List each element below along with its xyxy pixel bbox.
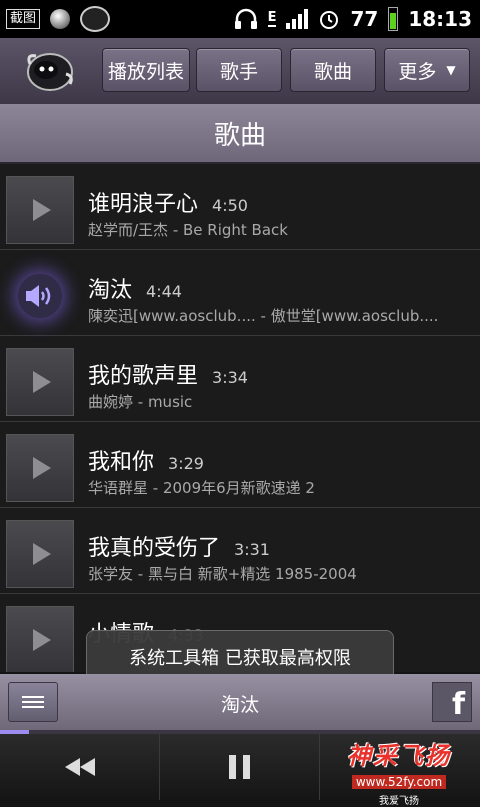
previous-button[interactable]	[0, 734, 160, 800]
top-navigation: 播放列表 歌手 歌曲 更多 ▼	[0, 38, 480, 104]
play-icon	[33, 629, 51, 651]
song-title: 我的歌声里	[88, 364, 199, 389]
play-icon	[33, 371, 51, 393]
play-icon	[33, 199, 51, 221]
nav-songs-label: 歌曲	[313, 60, 352, 83]
song-subtitle: 赵学而/王杰 - Be Right Back	[88, 221, 288, 239]
song-duration: 3:31	[234, 540, 270, 559]
song-duration: 4:44	[146, 282, 182, 301]
music-app-notification-icon	[80, 6, 111, 32]
song-title: 淘汰	[88, 278, 133, 303]
nav-artists-button[interactable]: 歌手	[196, 48, 282, 92]
song-duration: 4:50	[212, 196, 248, 215]
song-subtitle: 张学友 - 黑与白 新歌+精选 1985-2004	[88, 565, 357, 583]
app-logo-icon[interactable]	[24, 44, 76, 96]
nav-more-label: 更多	[398, 60, 437, 83]
song-row[interactable]: 我和你 3:29 华语群星 - 2009年6月新歌速递 2	[0, 422, 480, 508]
song-subtitle: 陳奕迅[www.aosclub.... - 傲世堂[www.aosclub...…	[88, 307, 439, 325]
nav-more-button[interactable]: 更多 ▼	[384, 48, 470, 92]
alarm-icon	[320, 11, 339, 29]
song-subtitle: 曲婉婷 - music	[88, 393, 193, 411]
nav-artists-label: 歌手	[219, 60, 258, 83]
status-bar: 截图 E 77 18:13	[0, 0, 480, 38]
screenshot-notification-icon: 截图	[6, 9, 41, 29]
speaker-icon	[26, 285, 51, 307]
facebook-share-button[interactable]: f	[432, 682, 472, 722]
song-list[interactable]: 谁明浪子心 4:50 赵学而/王杰 - Be Right Back 淘汰 4:44 …	[0, 164, 480, 672]
watermark-title: 神采飞扬	[347, 742, 451, 770]
previous-icon	[64, 758, 95, 776]
song-title: 谁明浪子心	[88, 192, 199, 217]
song-row[interactable]: 我的歌声里 3:34 曲婉婷 - music	[0, 336, 480, 422]
now-playing-title: 淘汰	[220, 694, 259, 716]
song-title: 我和你	[88, 450, 155, 475]
battery-level: 77	[350, 7, 379, 31]
play-button[interactable]	[6, 434, 74, 502]
nav-playlists-button[interactable]: 播放列表	[102, 48, 190, 92]
headphones-icon	[234, 8, 257, 29]
play-icon	[33, 543, 51, 565]
chevron-down-icon: ▼	[446, 63, 456, 77]
page-title-bar: 歌曲	[0, 104, 480, 164]
play-button[interactable]	[6, 520, 74, 588]
song-title: 我真的受伤了	[88, 536, 221, 561]
nav-songs-button[interactable]: 歌曲	[290, 48, 376, 92]
song-duration: 3:34	[212, 368, 248, 387]
clock: 18:13	[408, 7, 472, 31]
pause-icon	[229, 755, 250, 779]
media-notification-icon	[50, 9, 71, 29]
now-playing-indicator[interactable]	[6, 262, 74, 330]
song-subtitle: 华语群星 - 2009年6月新歌速递 2	[88, 479, 315, 497]
battery-icon	[388, 7, 399, 31]
network-type-icon: E	[267, 10, 277, 27]
play-button[interactable]	[6, 606, 74, 672]
watermark-url: www.52fy.com	[351, 775, 447, 789]
watermark-logo: 神采飞扬 www.52fy.com 我爱飞扬	[318, 734, 480, 807]
play-button[interactable]	[6, 176, 74, 244]
page-title: 歌曲	[213, 120, 266, 151]
song-row[interactable]: 谁明浪子心 4:50 赵学而/王杰 - Be Right Back	[0, 164, 480, 250]
song-duration: 3:29	[168, 454, 204, 473]
nav-playlists-label: 播放列表	[107, 60, 184, 83]
facebook-icon: f	[451, 687, 465, 722]
play-icon	[33, 457, 51, 479]
signal-icon	[286, 9, 309, 29]
pause-button[interactable]	[160, 734, 320, 800]
song-row[interactable]: 我真的受伤了 3:31 张学友 - 黑与白 新歌+精选 1985-2004	[0, 508, 480, 594]
play-button[interactable]	[6, 348, 74, 416]
song-row-playing[interactable]: 淘汰 4:44 陳奕迅[www.aosclub.... - 傲世堂[www.aos…	[0, 250, 480, 336]
now-playing-bar: 淘汰 f	[0, 674, 480, 730]
